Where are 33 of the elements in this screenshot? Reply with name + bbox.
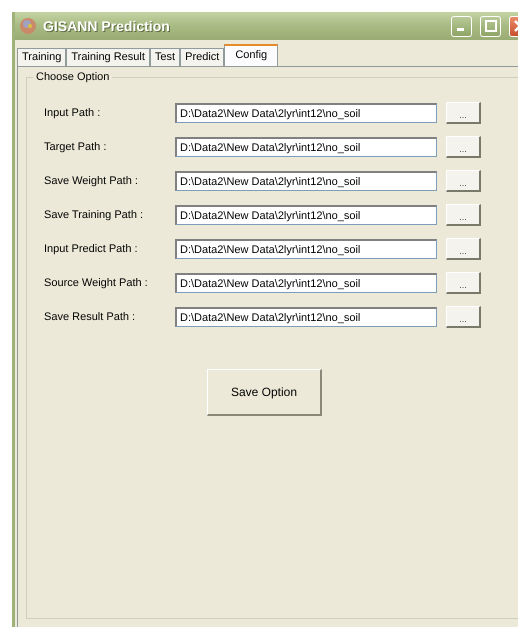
path-field[interactable]: D:\Data2\New Data\2lyr\int12\no_soil <box>175 171 437 191</box>
path-field[interactable]: D:\Data2\New Data\2lyr\int12\no_soil <box>175 307 437 327</box>
tab[interactable]: Test <box>150 48 180 66</box>
browse-button[interactable]: ... <box>446 306 481 328</box>
field-label: Save Training Path : <box>44 209 144 221</box>
field-label: Source Weight Path : <box>44 277 149 289</box>
field-label: Save Weight Path : <box>44 175 139 187</box>
path-field[interactable]: D:\Data2\New Data\2lyr\int12\no_soil <box>175 239 437 259</box>
group-title: Choose Option <box>33 71 112 83</box>
tab[interactable]: Training Result <box>66 48 150 66</box>
maximize-icon <box>484 20 496 32</box>
browse-button[interactable]: ... <box>446 238 481 260</box>
save-button[interactable]: Save Option <box>207 369 322 416</box>
tab[interactable]: Training <box>17 48 66 66</box>
path-field[interactable]: D:\Data2\New Data\2lyr\int12\no_soil <box>175 137 437 157</box>
minimize-icon <box>456 28 464 31</box>
browse-button[interactable]: ... <box>446 102 481 124</box>
window-title: GISANN Prediction <box>43 18 171 34</box>
maximize-button[interactable] <box>480 16 501 36</box>
browse-button[interactable]: ... <box>446 272 481 294</box>
field-label: Target Path : <box>44 141 108 153</box>
browse-button[interactable]: ... <box>446 136 481 158</box>
field-label: Save Result Path : <box>44 311 136 323</box>
minimize-button[interactable] <box>451 16 472 36</box>
field-label: Input Path : <box>44 107 102 119</box>
path-field[interactable]: D:\Data2\New Data\2lyr\int12\no_soil <box>175 273 437 293</box>
field-label: Input Predict Path : <box>44 243 139 255</box>
path-field[interactable]: D:\Data2\New Data\2lyr\int12\no_soil <box>175 205 437 225</box>
browse-button[interactable]: ... <box>446 170 481 192</box>
browse-button[interactable]: ... <box>446 204 481 226</box>
tab[interactable]: Predict <box>180 48 224 66</box>
tab[interactable]: Config <box>224 44 278 66</box>
path-field[interactable]: D:\Data2\New Data\2lyr\int12\no_soil <box>175 103 437 123</box>
